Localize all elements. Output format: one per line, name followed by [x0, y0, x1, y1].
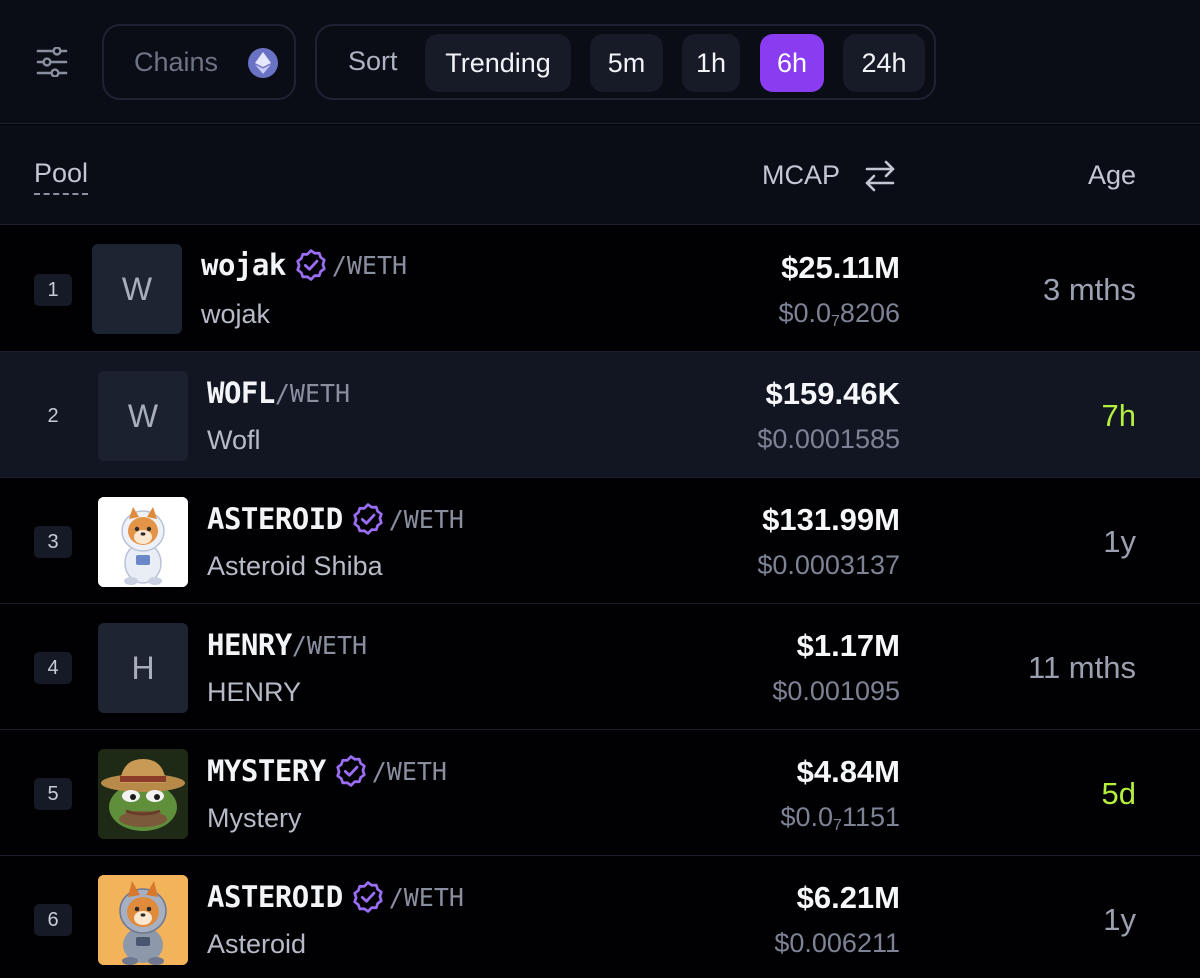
- pool-age: 1y: [1103, 524, 1136, 559]
- token-price: $0.001095: [772, 676, 900, 706]
- token-price: $0.071151: [780, 802, 900, 834]
- sort-24h-button[interactable]: 24h: [843, 34, 925, 92]
- pepe-hat-image: [98, 749, 188, 839]
- filter-button[interactable]: [30, 42, 74, 82]
- swap-arrows-icon[interactable]: [862, 159, 898, 193]
- rank-badge: 3: [34, 526, 72, 558]
- pool-row[interactable]: 1 W wojak /WETH wojak $25.11M $0.078206 …: [0, 226, 1200, 352]
- token-avatar: [98, 497, 188, 587]
- shiba-astronaut-image: [98, 875, 188, 965]
- token-avatar: [98, 875, 188, 965]
- market-cap: $1.17M: [796, 628, 900, 663]
- age-column-header[interactable]: Age: [1088, 160, 1136, 191]
- mcap-column-header[interactable]: MCAP: [762, 160, 840, 191]
- market-cap: $131.99M: [762, 502, 900, 537]
- token-symbol: WOFL: [207, 376, 275, 410]
- pair-label: ASTEROID /WETH: [207, 880, 464, 914]
- pool-age: 11 mths: [1028, 650, 1136, 685]
- verified-badge-icon: [351, 502, 385, 536]
- shiba-astronaut-image: [98, 497, 188, 587]
- token-symbol: MYSTERY: [207, 754, 326, 788]
- market-cap: $25.11M: [781, 250, 900, 285]
- sort-1h-button[interactable]: 1h: [682, 34, 740, 92]
- sort-group: Sort Trending 5m 1h 6h 24h: [315, 24, 936, 100]
- pool-column-header[interactable]: Pool: [34, 158, 89, 195]
- pool-row[interactable]: 4 H HENRY /WETH HENRY $1.17M $0.001095 1…: [0, 604, 1200, 730]
- token-name: Asteroid Shiba: [207, 551, 383, 581]
- market-cap: $159.46K: [765, 376, 900, 411]
- sort-label: Sort: [348, 46, 398, 76]
- quote-symbol: /WETH: [331, 250, 408, 280]
- token-name: HENRY: [207, 677, 302, 707]
- sort-6h-button[interactable]: 6h: [760, 34, 824, 92]
- table-header: Pool MCAP Age: [0, 125, 1200, 225]
- pair-label: ASTEROID /WETH: [207, 502, 464, 536]
- token-name: Wofl: [207, 425, 261, 455]
- token-name: Asteroid: [207, 929, 307, 959]
- pair-label: wojak /WETH: [201, 248, 407, 282]
- token-price: $0.078206: [778, 298, 900, 330]
- sort-trending-button[interactable]: Trending: [425, 34, 571, 92]
- token-name: Mystery: [207, 803, 302, 833]
- token-avatar: W: [98, 371, 188, 461]
- verified-badge-icon: [351, 880, 385, 914]
- sort-5m-button[interactable]: 5m: [590, 34, 663, 92]
- pair-label: HENRY /WETH: [207, 628, 367, 662]
- pool-age: 3 mths: [1042, 272, 1136, 307]
- toolbar: Chains Sort Trending 5m 1h 6h 24h: [0, 0, 1200, 124]
- quote-symbol: /WETH: [291, 630, 368, 660]
- token-name: wojak: [201, 299, 271, 329]
- sliders-icon: [36, 47, 68, 77]
- pool-row[interactable]: 2 W WOFL /WETH Wofl $159.46K $0.0001585 …: [0, 352, 1200, 478]
- rank-badge: 4: [34, 652, 72, 684]
- pair-label: MYSTERY /WETH: [207, 754, 447, 788]
- token-avatar: [98, 749, 188, 839]
- pool-row[interactable]: 5 MYSTERY /WETH Mystery $4.84M $0.071151…: [0, 730, 1200, 856]
- verified-badge-icon: [294, 248, 328, 282]
- quote-symbol: /WETH: [388, 882, 464, 912]
- pool-list: 1 W wojak /WETH wojak $25.11M $0.078206 …: [0, 226, 1200, 978]
- token-symbol: HENRY: [207, 628, 292, 662]
- pool-age: 5d: [1101, 776, 1136, 811]
- pair-label: WOFL /WETH: [207, 376, 350, 410]
- rank-badge: 5: [34, 778, 72, 810]
- quote-symbol: /WETH: [388, 504, 464, 534]
- market-cap: $4.84M: [796, 754, 900, 789]
- rank-badge: 6: [34, 904, 72, 936]
- token-avatar: H: [98, 623, 188, 713]
- market-cap: $6.21M: [796, 880, 900, 915]
- ethereum-icon: [248, 48, 278, 78]
- chains-label: Chains: [134, 46, 219, 77]
- token-avatar: W: [92, 244, 182, 334]
- pool-age: 7h: [1101, 398, 1136, 433]
- pool-age: 1y: [1103, 902, 1136, 937]
- rank-badge: 1: [34, 274, 72, 306]
- chains-selector[interactable]: Chains: [102, 24, 296, 100]
- rank-badge: 2: [47, 404, 59, 427]
- quote-symbol: /WETH: [371, 756, 447, 786]
- token-price: $0.0003137: [757, 550, 900, 580]
- pool-row[interactable]: 6 ASTEROID /WETH Asteroid $6.21M $0.0062…: [0, 856, 1200, 978]
- token-price: $0.006211: [774, 928, 900, 958]
- token-symbol: ASTEROID: [207, 502, 343, 536]
- token-price: $0.0001585: [757, 424, 900, 454]
- token-symbol: wojak: [201, 248, 286, 282]
- quote-symbol: /WETH: [274, 378, 351, 408]
- verified-badge-icon: [334, 754, 368, 788]
- token-symbol: ASTEROID: [207, 880, 343, 914]
- pool-row[interactable]: 3 ASTEROID /WETH Asteroid Shiba $131.99M…: [0, 478, 1200, 604]
